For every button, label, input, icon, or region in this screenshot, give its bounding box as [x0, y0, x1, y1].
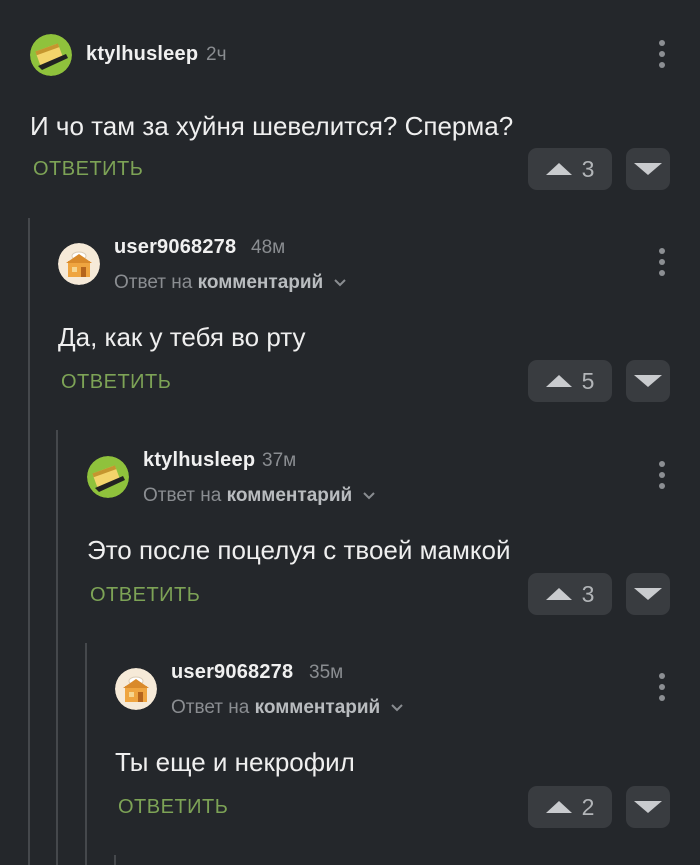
reply-to-prefix: Ответ на	[171, 697, 250, 718]
timestamp: 48м	[251, 237, 286, 258]
arrow-down-icon	[634, 588, 662, 600]
thread-line	[85, 643, 87, 865]
chevron-down-icon	[333, 279, 346, 287]
house-avatar-icon	[115, 668, 157, 710]
reply-button[interactable]: ОТВЕТИТЬ	[90, 584, 200, 607]
reply-to-prefix: Ответ на	[143, 485, 222, 506]
reply-to-link[interactable]: Ответ на комментарий	[171, 697, 404, 719]
avatar[interactable]	[58, 243, 100, 285]
arrow-up-icon	[545, 588, 572, 600]
username[interactable]: ktylhusleep	[86, 43, 198, 66]
more-menu-icon[interactable]	[655, 40, 669, 68]
reply-to-link[interactable]: Ответ на комментарий	[143, 485, 376, 507]
reply-to-link[interactable]: Ответ на комментарий	[114, 272, 347, 294]
upvote-button[interactable]: 3	[528, 148, 612, 190]
downvote-button[interactable]	[626, 573, 670, 615]
avatar[interactable]	[115, 668, 157, 710]
downvote-button[interactable]	[626, 786, 670, 828]
arrow-up-icon	[545, 801, 572, 813]
timestamp: 35м	[309, 662, 344, 683]
more-menu-icon[interactable]	[655, 248, 669, 276]
arrow-up-icon	[545, 163, 572, 175]
vote-count: 2	[581, 793, 595, 820]
house-avatar-icon	[58, 243, 100, 285]
comment-text: Это после поцелуя с твоей мамкой	[87, 535, 511, 565]
timestamp: 37м	[262, 450, 297, 471]
username[interactable]: user9068278	[171, 661, 293, 684]
arrow-down-icon	[634, 163, 662, 175]
reply-to-target: комментарий	[254, 697, 381, 718]
comment-text: Ты еще и некрофил	[115, 747, 355, 777]
downvote-button[interactable]	[626, 360, 670, 402]
thread-line	[28, 218, 30, 865]
comment-text: Да, как у тебя во рту	[58, 322, 306, 352]
thread-line	[56, 430, 58, 865]
vote-count: 5	[581, 367, 595, 394]
thread-line	[114, 855, 116, 865]
more-menu-icon[interactable]	[655, 461, 669, 489]
downvote-button[interactable]	[626, 148, 670, 190]
timestamp: 2ч	[206, 44, 227, 65]
arrow-down-icon	[634, 375, 662, 387]
reply-button[interactable]: ОТВЕТИТЬ	[33, 158, 143, 181]
reply-to-target: комментарий	[197, 272, 324, 293]
arrow-up-icon	[545, 375, 572, 387]
comment-text: И чо там за хуйня шевелится? Сперма?	[30, 111, 514, 141]
sponge-avatar-icon	[30, 34, 72, 76]
vote-count: 3	[581, 155, 595, 182]
reply-button[interactable]: ОТВЕТИТЬ	[118, 796, 228, 819]
vote-count: 3	[581, 580, 595, 607]
arrow-down-icon	[634, 801, 662, 813]
reply-button[interactable]: ОТВЕТИТЬ	[61, 371, 171, 394]
upvote-button[interactable]: 2	[528, 786, 612, 828]
reply-to-target: комментарий	[226, 485, 353, 506]
sponge-avatar-icon	[87, 456, 129, 498]
chevron-down-icon	[362, 492, 375, 500]
username[interactable]: ktylhusleep	[143, 449, 255, 472]
upvote-button[interactable]: 3	[528, 573, 612, 615]
username[interactable]: user9068278	[114, 236, 236, 259]
upvote-button[interactable]: 5	[528, 360, 612, 402]
more-menu-icon[interactable]	[655, 673, 669, 701]
avatar[interactable]	[30, 34, 72, 76]
reply-to-prefix: Ответ на	[114, 272, 193, 293]
avatar[interactable]	[87, 456, 129, 498]
chevron-down-icon	[390, 704, 403, 712]
